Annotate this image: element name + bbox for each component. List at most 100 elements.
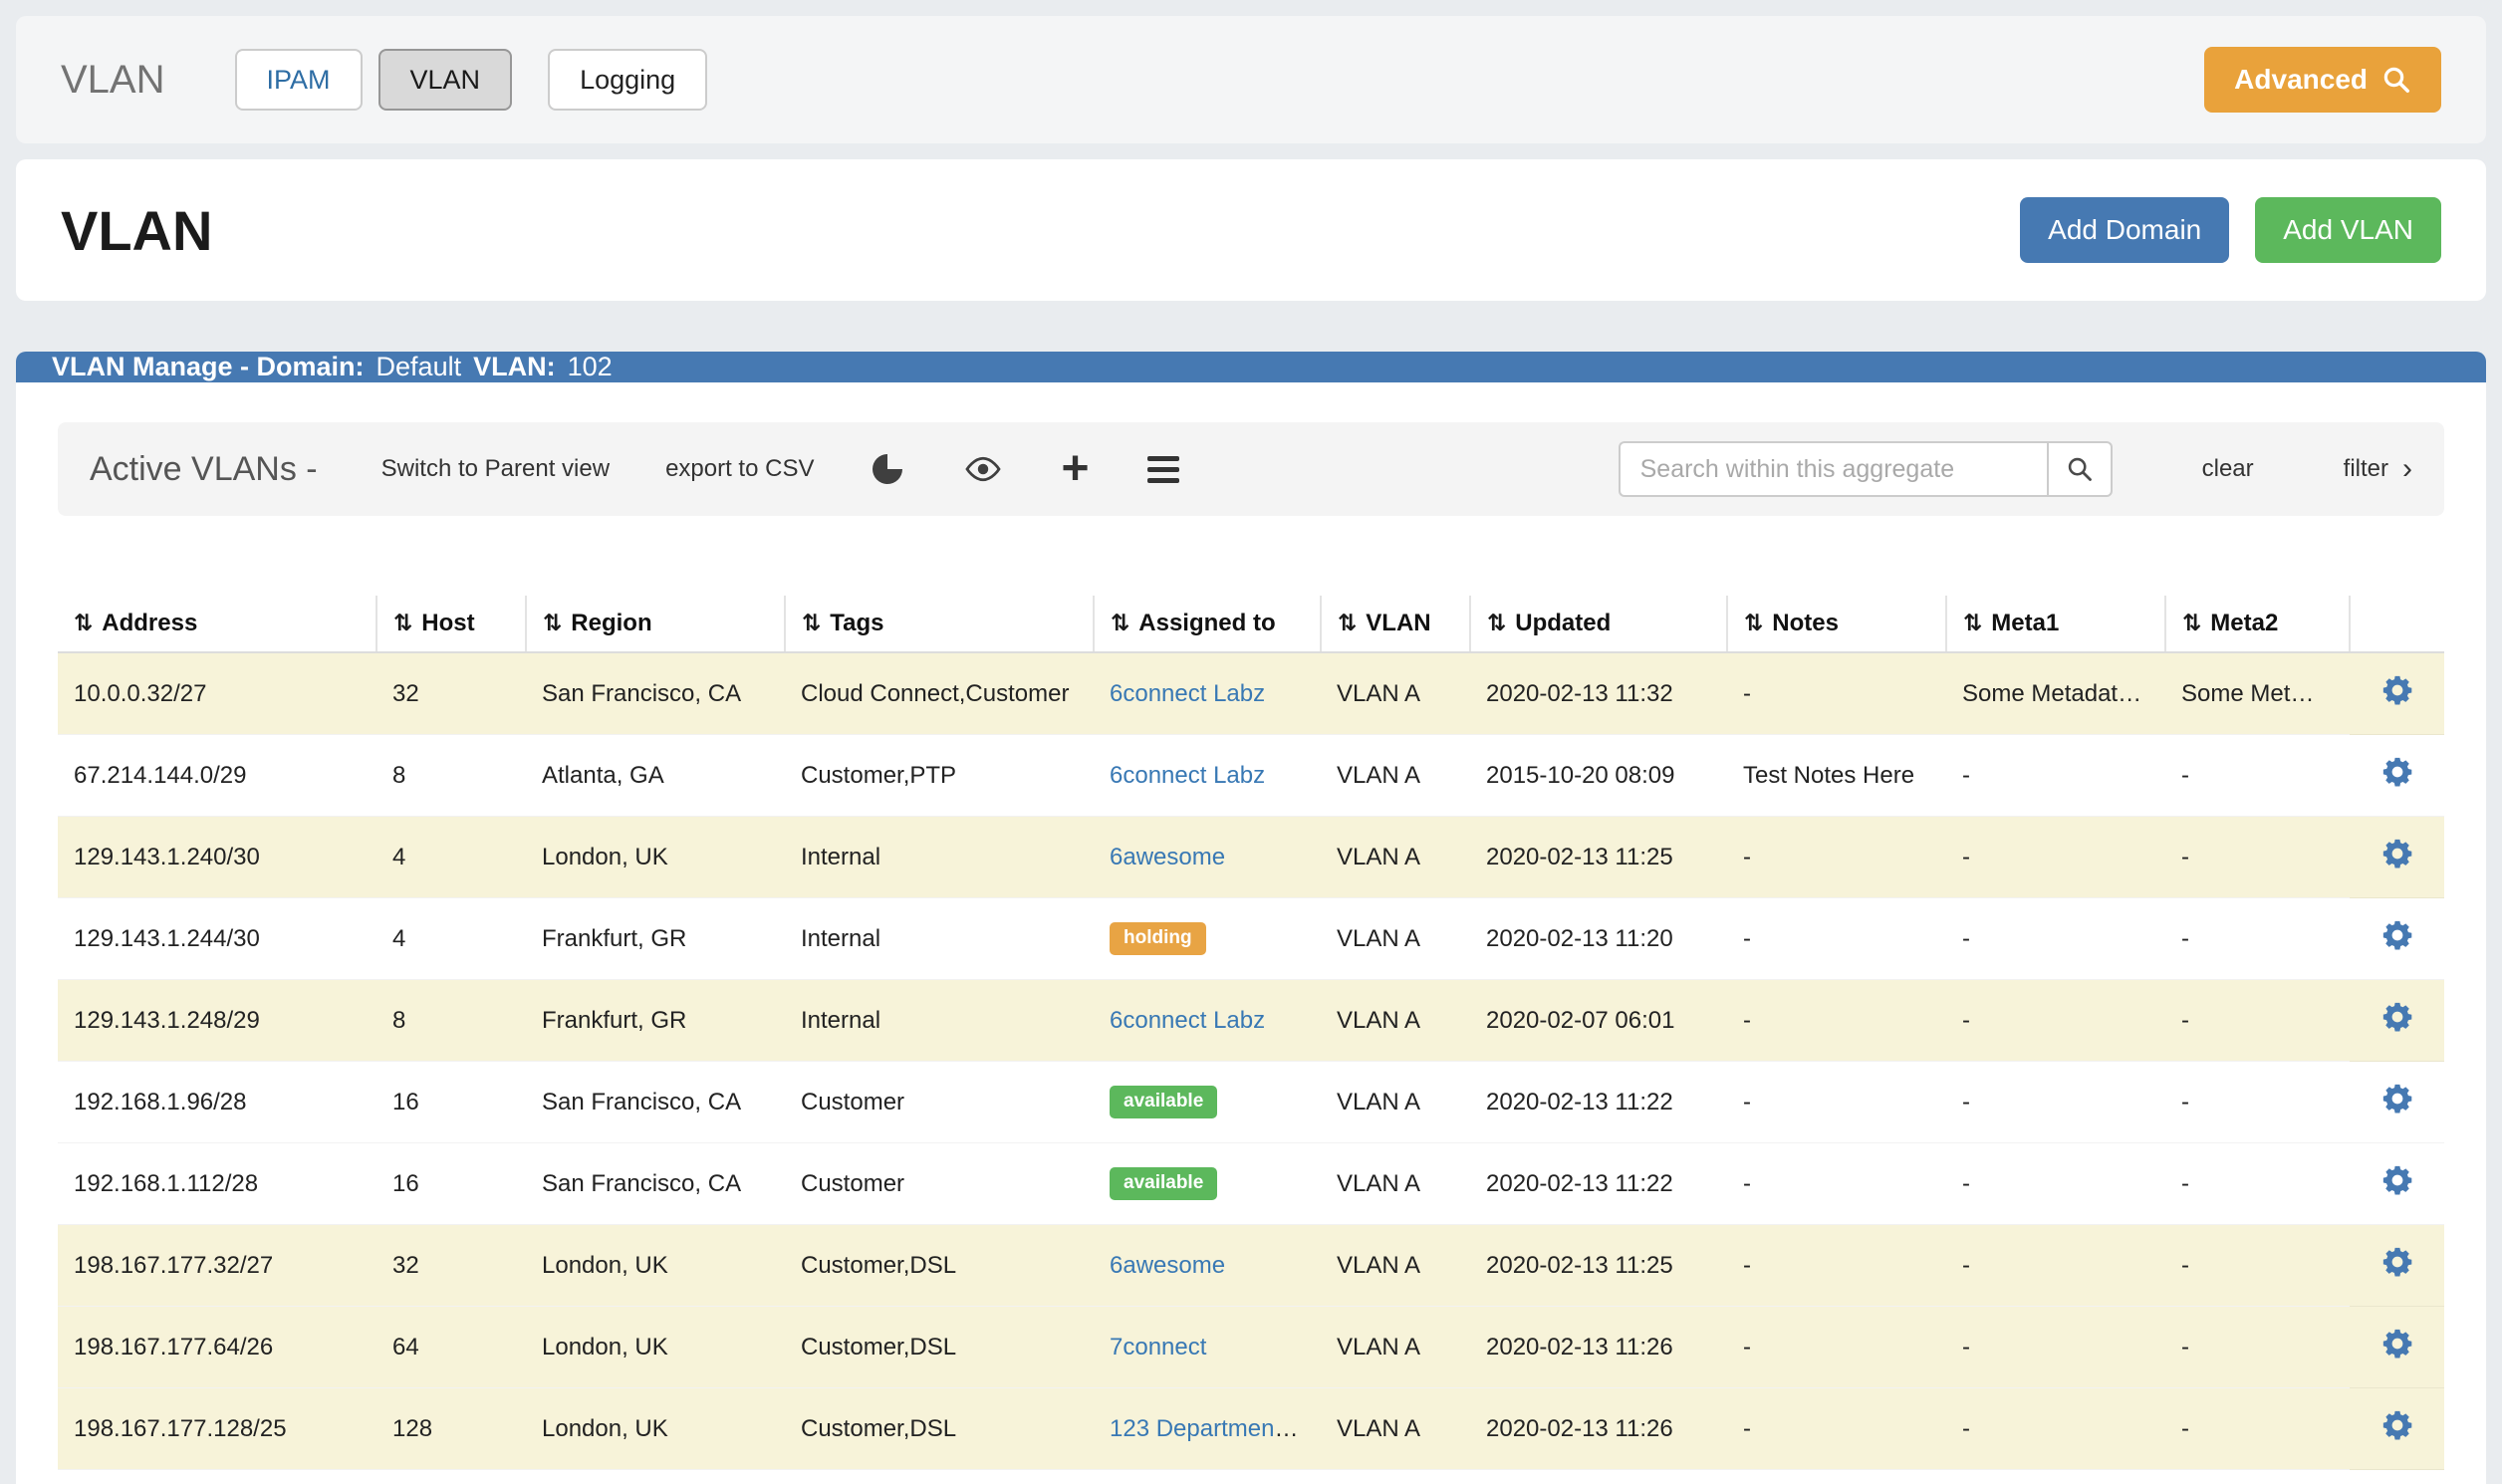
col-header-meta1[interactable]: ⇅Meta1 <box>1946 596 2165 652</box>
col-label: Tags <box>830 610 883 636</box>
region-cell: Atlanta, GA <box>526 735 785 817</box>
assigned-link[interactable]: 6connect Labz <box>1110 680 1265 707</box>
eye-icon[interactable] <box>963 454 1003 484</box>
address-cell: 198.167.177.64/26 <box>58 1307 376 1388</box>
search-icon <box>2066 455 2094 483</box>
region-cell: London, UK <box>526 1225 785 1307</box>
table-header-row: ⇅Address ⇅Host ⇅Region ⇅Tags ⇅Assigned t… <box>58 596 2444 652</box>
pie-chart-icon[interactable] <box>870 451 905 487</box>
address-cell: 192.168.1.96/28 <box>58 1062 376 1143</box>
vlan-cell: VLAN A <box>1321 1062 1470 1143</box>
panel-title-domain: Default <box>376 352 462 382</box>
tab-logging[interactable]: Logging <box>548 49 707 111</box>
gear-icon[interactable] <box>2380 755 2414 789</box>
search-input[interactable] <box>1619 441 2047 497</box>
notes-cell: - <box>1727 652 1946 735</box>
assigned-cell: 6awesome <box>1094 1225 1321 1307</box>
gear-icon[interactable] <box>2380 918 2414 952</box>
assigned-link[interactable]: 7connect <box>1110 1334 1206 1360</box>
sort-icon: ⇅ <box>74 610 93 635</box>
assigned-cell: 123 Department… <box>1094 1388 1321 1470</box>
col-header-tags[interactable]: ⇅Tags <box>785 596 1094 652</box>
gear-icon[interactable] <box>2380 1327 2414 1360</box>
filter-label: filter <box>2344 455 2388 483</box>
meta2-cell: - <box>2165 1388 2350 1470</box>
top-nav-bar: VLAN IPAM VLAN Logging Advanced <box>16 16 2486 143</box>
address-cell: 192.168.1.112/28 <box>58 1143 376 1225</box>
gear-icon[interactable] <box>2380 673 2414 707</box>
table-row: 129.143.1.244/30 4 Frankfurt, GR Interna… <box>58 898 2444 980</box>
host-cell: 64 <box>376 1307 526 1388</box>
region-cell: London, UK <box>526 1307 785 1388</box>
advanced-search-button[interactable]: Advanced <box>2204 47 2441 113</box>
plus-glyph: + <box>1061 452 1089 486</box>
meta1-cell: - <box>1946 1307 2165 1388</box>
col-header-vlan[interactable]: ⇅VLAN <box>1321 596 1470 652</box>
assigned-link[interactable]: 6connect Labz <box>1110 1007 1265 1034</box>
meta1-cell: - <box>1946 980 2165 1062</box>
meta2-cell: - <box>2165 1307 2350 1388</box>
assigned-link[interactable]: 6connect Labz <box>1110 762 1265 789</box>
assigned-link[interactable]: 6awesome <box>1110 1252 1225 1279</box>
col-header-region[interactable]: ⇅Region <box>526 596 785 652</box>
gear-icon[interactable] <box>2380 1000 2414 1034</box>
host-cell: 8 <box>376 980 526 1062</box>
meta2-cell: - <box>2165 898 2350 980</box>
address-cell: 198.167.177.32/27 <box>58 1225 376 1307</box>
col-header-updated[interactable]: ⇅Updated <box>1470 596 1727 652</box>
sort-icon: ⇅ <box>1963 610 1982 635</box>
status-badge: available <box>1110 1086 1217 1118</box>
vlan-cell: VLAN A <box>1321 652 1470 735</box>
updated-cell: 2020-02-13 11:26 <box>1470 1307 1727 1388</box>
gear-icon[interactable] <box>2380 837 2414 870</box>
gear-icon[interactable] <box>2380 1163 2414 1197</box>
assigned-cell: 6connect Labz <box>1094 980 1321 1062</box>
notes-cell: - <box>1727 817 1946 898</box>
col-header-notes[interactable]: ⇅Notes <box>1727 596 1946 652</box>
region-cell: San Francisco, CA <box>526 652 785 735</box>
add-domain-button[interactable]: Add Domain <box>2020 197 2229 263</box>
gear-icon[interactable] <box>2380 1408 2414 1442</box>
meta1-cell: - <box>1946 735 2165 817</box>
vlan-cell: VLAN A <box>1321 817 1470 898</box>
plus-icon[interactable]: + <box>1061 452 1089 486</box>
tab-vlan[interactable]: VLAN <box>378 49 513 111</box>
col-label: Updated <box>1515 610 1611 636</box>
col-header-meta2[interactable]: ⇅Meta2 <box>2165 596 2350 652</box>
actions-cell <box>2350 1143 2444 1225</box>
assigned-cell: 6connect Labz <box>1094 652 1321 735</box>
menu-icon[interactable] <box>1147 456 1179 483</box>
col-header-address[interactable]: ⇅Address <box>58 596 376 652</box>
add-vlan-button[interactable]: Add VLAN <box>2255 197 2441 263</box>
tab-ipam[interactable]: IPAM <box>235 49 363 111</box>
col-label: Notes <box>1772 610 1839 636</box>
meta1-cell: Some Metadata 1 <box>1946 652 2165 735</box>
table-row: 129.143.1.248/29 8 Frankfurt, GR Interna… <box>58 980 2444 1062</box>
col-header-assigned-to[interactable]: ⇅ Assigned to <box>1094 596 1321 652</box>
region-cell: San Francisco, CA <box>526 1062 785 1143</box>
assigned-link[interactable]: 123 Department… <box>1110 1415 1305 1442</box>
col-label: Assigned to <box>1138 610 1275 636</box>
panel-body: Active VLANs - Switch to Parent view exp… <box>16 382 2486 1484</box>
clear-link[interactable]: clear <box>2202 455 2254 483</box>
export-csv-link[interactable]: export to CSV <box>665 455 814 483</box>
meta2-cell: - <box>2165 735 2350 817</box>
toolbar-title: Active VLANs - <box>90 450 318 489</box>
col-header-host[interactable]: ⇅Host <box>376 596 526 652</box>
assigned-link[interactable]: 6awesome <box>1110 844 1225 870</box>
gear-icon[interactable] <box>2380 1082 2414 1115</box>
meta1-cell: - <box>1946 898 2165 980</box>
search-button[interactable] <box>2047 441 2113 497</box>
vlan-cell: VLAN A <box>1321 1388 1470 1470</box>
actions-cell <box>2350 735 2444 817</box>
table-row: 198.167.177.128/25 128 London, UK Custom… <box>58 1388 2444 1470</box>
notes-cell: - <box>1727 1143 1946 1225</box>
filter-link[interactable]: filter › <box>2344 452 2412 486</box>
updated-cell: 2020-02-13 11:22 <box>1470 1143 1727 1225</box>
host-cell: 16 <box>376 1143 526 1225</box>
switch-parent-view-link[interactable]: Switch to Parent view <box>381 455 610 483</box>
tags-cell: Customer,DSL <box>785 1225 1094 1307</box>
sort-icon: ⇅ <box>1111 610 1129 635</box>
gear-icon[interactable] <box>2380 1245 2414 1279</box>
vlan-cell: VLAN A <box>1321 898 1470 980</box>
